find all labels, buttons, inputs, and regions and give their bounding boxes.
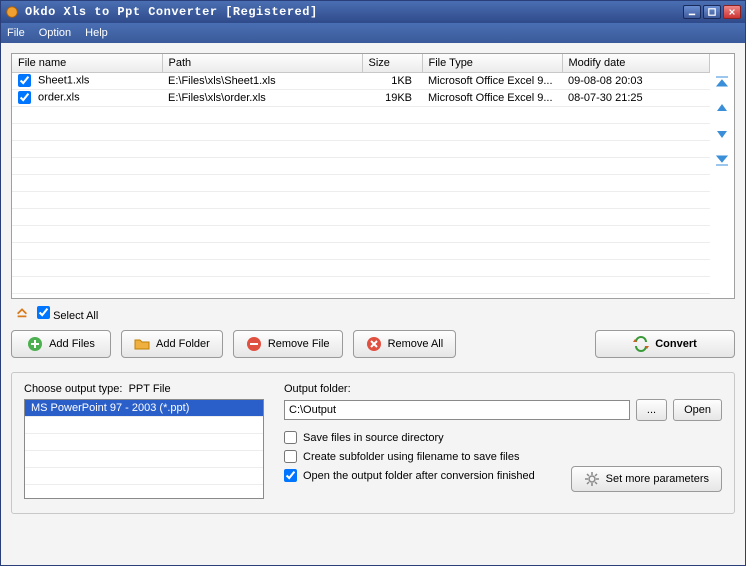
file-list-container: File name Path Size File Type Modify dat…	[11, 53, 735, 299]
select-all-checkbox-label[interactable]: Select All	[37, 306, 98, 322]
maximize-button[interactable]	[703, 5, 721, 19]
table-row	[12, 157, 710, 174]
move-up-icon[interactable]	[714, 100, 730, 116]
close-button[interactable]	[723, 5, 741, 19]
more-params-label: Set more parameters	[606, 473, 709, 485]
add-files-label: Add Files	[49, 338, 95, 350]
more-params-button[interactable]: Set more parameters	[571, 466, 722, 492]
table-row[interactable]: order.xlsE:\Files\xls\order.xls19KBMicro…	[12, 89, 710, 106]
select-all-checkbox[interactable]	[37, 306, 50, 319]
list-item	[25, 451, 263, 468]
table-row	[12, 191, 710, 208]
list-item	[25, 417, 263, 434]
move-top-icon[interactable]	[714, 74, 730, 90]
add-folder-label: Add Folder	[156, 338, 210, 350]
convert-button[interactable]: Convert	[595, 330, 735, 358]
main-content: File name Path Size File Type Modify dat…	[1, 43, 745, 565]
app-icon	[5, 5, 19, 19]
column-headers: File name Path Size File Type Modify dat…	[12, 54, 710, 72]
action-buttons: Add Files Add Folder Remove File Remove …	[11, 330, 735, 358]
title-bar: Okdo Xls to Ppt Converter [Registered]	[1, 1, 745, 23]
output-type-section: Choose output type: PPT File MS PowerPoi…	[24, 383, 264, 499]
table-row	[12, 259, 710, 276]
subfolder-row: Create subfolder using filename to save …	[284, 450, 722, 463]
save-source-checkbox[interactable]	[284, 431, 297, 444]
col-filename[interactable]: File name	[12, 54, 162, 72]
table-row	[12, 123, 710, 140]
subfolder-label[interactable]: Create subfolder using filename to save …	[303, 451, 519, 463]
add-files-button[interactable]: Add Files	[11, 330, 111, 358]
remove-file-label: Remove File	[268, 338, 330, 350]
col-type[interactable]: File Type	[422, 54, 562, 72]
remove-file-button[interactable]: Remove File	[233, 330, 343, 358]
table-row	[12, 225, 710, 242]
file-checkbox[interactable]	[18, 74, 31, 87]
col-path[interactable]: Path	[162, 54, 362, 72]
table-row	[12, 106, 710, 123]
move-down-icon[interactable]	[714, 126, 730, 142]
plus-icon	[27, 336, 43, 352]
minimize-button[interactable]	[683, 5, 701, 19]
remove-all-button[interactable]: Remove All	[353, 330, 457, 358]
save-source-row: Save files in source directory	[284, 431, 722, 444]
table-row[interactable]: Sheet1.xlsE:\Files\xls\Sheet1.xls1KBMicr…	[12, 72, 710, 89]
convert-label: Convert	[655, 338, 697, 350]
remove-all-label: Remove All	[388, 338, 444, 350]
move-bottom-icon[interactable]	[714, 152, 730, 168]
table-row	[12, 276, 710, 293]
output-type-current: PPT File	[129, 383, 171, 395]
convert-icon	[633, 336, 649, 352]
menu-help[interactable]: Help	[85, 27, 108, 39]
list-item	[25, 434, 263, 451]
select-all-text: Select All	[53, 310, 98, 322]
open-folder-button[interactable]: Open	[673, 399, 722, 421]
folder-icon	[134, 336, 150, 352]
subfolder-checkbox[interactable]	[284, 450, 297, 463]
browse-button[interactable]: ...	[636, 399, 667, 421]
x-icon	[366, 336, 382, 352]
add-folder-button[interactable]: Add Folder	[121, 330, 223, 358]
col-size[interactable]: Size	[362, 54, 422, 72]
reorder-arrows	[712, 74, 732, 168]
menu-bar: File Option Help	[1, 23, 745, 43]
output-folder-label: Output folder:	[284, 383, 722, 395]
output-folder-row: ... Open	[284, 399, 722, 421]
output-panel: Choose output type: PPT File MS PowerPoi…	[11, 372, 735, 514]
output-folder-input[interactable]	[284, 400, 630, 420]
list-item[interactable]: MS PowerPoint 97 - 2003 (*.ppt)	[25, 400, 263, 417]
table-row	[12, 208, 710, 225]
col-date[interactable]: Modify date	[562, 54, 710, 72]
select-all-row: Select All	[15, 305, 735, 322]
window-title: Okdo Xls to Ppt Converter [Registered]	[25, 5, 681, 19]
output-type-list[interactable]: MS PowerPoint 97 - 2003 (*.ppt)	[24, 399, 264, 499]
file-list[interactable]: File name Path Size File Type Modify dat…	[12, 54, 710, 298]
collapse-icon[interactable]	[15, 305, 29, 322]
menu-option[interactable]: Option	[39, 27, 71, 39]
minus-icon	[246, 336, 262, 352]
file-checkbox[interactable]	[18, 91, 31, 104]
save-source-label[interactable]: Save files in source directory	[303, 432, 444, 444]
open-after-label[interactable]: Open the output folder after conversion …	[303, 470, 535, 482]
output-type-label: Choose output type: PPT File	[24, 383, 264, 395]
gear-icon	[584, 471, 600, 487]
menu-file[interactable]: File	[7, 27, 25, 39]
table-row	[12, 140, 710, 157]
list-item	[25, 468, 263, 485]
table-row	[12, 242, 710, 259]
output-folder-section: Output folder: ... Open Save files in so…	[284, 383, 722, 499]
table-row	[12, 174, 710, 191]
open-after-checkbox[interactable]	[284, 469, 297, 482]
